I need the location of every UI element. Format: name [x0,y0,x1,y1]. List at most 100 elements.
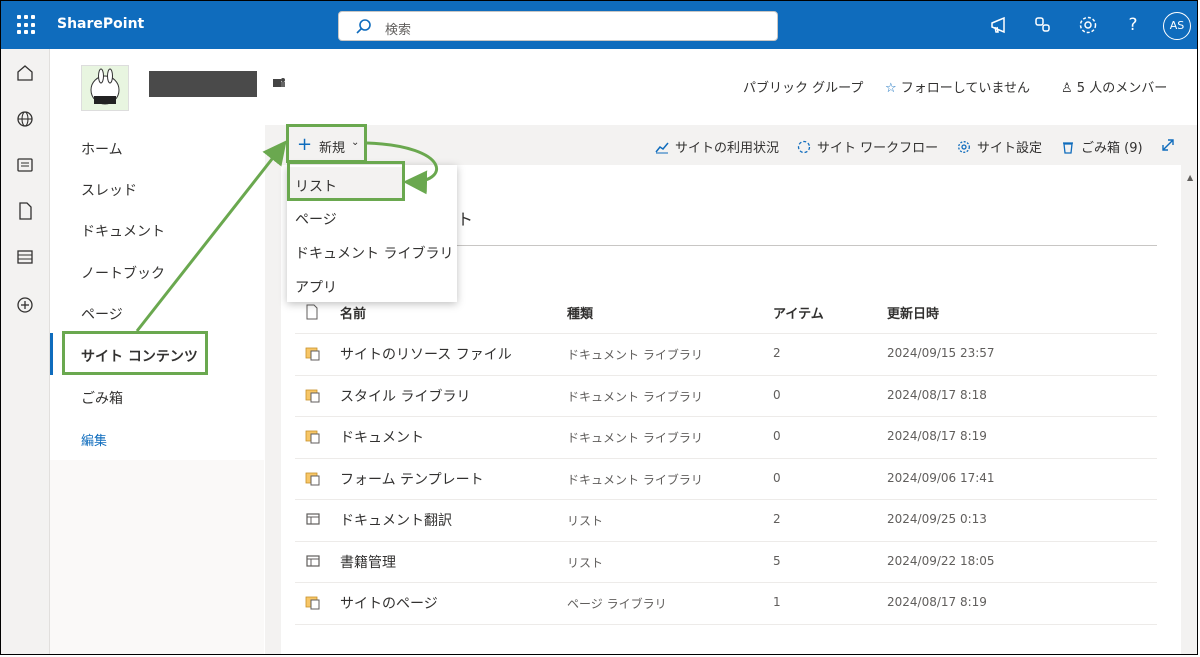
row-name[interactable]: サイトのリソース ファイル [340,344,512,364]
library-icon [305,596,320,610]
column-header-items[interactable]: アイテム [773,303,824,322]
scroll-up-arrow[interactable]: ▲ [1187,173,1193,182]
gear-icon[interactable] [1076,13,1100,37]
row-name[interactable]: サイトのページ [340,593,438,613]
list-icon[interactable] [15,247,35,267]
avatar[interactable]: AS [1163,12,1191,40]
nav-item-recycle-bin[interactable]: ごみ箱 [81,388,123,408]
help-icon[interactable]: ? [1121,13,1145,37]
row-type: ドキュメント ライブラリ [567,348,703,362]
site-workflow-button[interactable]: サイト ワークフロー [797,137,938,156]
list-icon [306,513,320,525]
row-name[interactable]: ドキュメント翻訳 [340,510,452,530]
column-header-name[interactable]: 名前 [340,303,366,322]
row-modified: 2024/09/15 23:57 [887,346,995,360]
recycle-bin-button[interactable]: ごみ箱 (9) [1061,137,1143,156]
menu-item-page[interactable]: ページ [295,209,337,229]
nav-item-notebook[interactable]: ノートブック [81,263,165,283]
chart-icon [655,142,669,154]
row-modified: 2024/08/17 8:18 [887,388,987,402]
file-icon[interactable] [15,201,35,221]
recycle-bin-label: ごみ箱 (9) [1081,141,1143,156]
follow-label: フォローしていません [900,81,1031,96]
nav-item-documents[interactable]: ドキュメント [81,221,165,241]
members-button[interactable]: ♙ 5 人のメンバー [1061,77,1167,96]
gear-icon [958,141,970,153]
home-icon[interactable] [15,63,35,83]
list-icon [306,555,320,567]
row-type: ドキュメント ライブラリ [567,390,703,404]
suite-bar: SharePoint 検索 ? AS [1,1,1197,49]
nav-edit-link[interactable]: 編集 [81,430,107,449]
library-icon [305,389,320,403]
page-heading-partial: ト [457,210,474,229]
row-items: 0 [773,388,781,402]
teams-icon[interactable] [271,75,287,91]
star-icon: ☆ [885,81,897,96]
annotation-box-list [287,161,405,201]
brand-name[interactable]: SharePoint [57,16,144,32]
row-modified: 2024/09/06 17:41 [887,471,995,485]
search-icon [356,19,371,34]
row-type: ページ ライブラリ [567,597,667,611]
row-name[interactable]: ドキュメント [340,427,424,447]
row-divider [295,333,1157,334]
expand-icon[interactable] [1161,138,1175,152]
site-name-redacted [149,71,257,97]
site-settings-label: サイト設定 [977,141,1043,156]
nav-item-home[interactable]: ホーム [81,139,123,159]
site-usage-button[interactable]: サイトの利用状況 [655,137,779,156]
nav-item-pages[interactable]: ページ [81,304,123,324]
row-divider [295,375,1157,376]
search-box[interactable]: 検索 [338,11,778,41]
trash-icon [1063,142,1073,154]
row-modified: 2024/09/25 0:13 [887,512,987,526]
column-header-type[interactable]: 種類 [567,303,593,322]
megaphone-icon[interactable] [987,13,1011,37]
nav-active-indicator [50,333,53,375]
left-nav [50,125,264,460]
site-usage-label: サイトの利用状況 [675,141,780,156]
site-settings-button[interactable]: サイト設定 [957,137,1042,156]
group-type: パブリック グループ [743,81,864,96]
row-items: 0 [773,429,781,443]
search-placeholder: 検索 [385,23,412,38]
column-header-modified[interactable]: 更新日時 [887,303,939,322]
follow-button[interactable]: ☆ フォローしていません [885,77,1030,96]
row-divider [295,624,1157,625]
row-type: ドキュメント ライブラリ [567,431,703,445]
site-logo[interactable] [81,65,129,111]
annotation-box-new [286,124,367,163]
add-icon[interactable] [15,295,35,315]
share-icon[interactable] [1031,13,1055,37]
library-icon [305,472,320,486]
menu-item-document-library[interactable]: ドキュメント ライブラリ [295,243,453,263]
person-icon: ♙ [1061,81,1073,96]
nav-item-threads[interactable]: スレッド [81,180,137,200]
workflow-icon [797,140,811,154]
row-type: リスト [567,514,604,528]
app-rail [1,49,50,654]
members-label: 5 人のメンバー [1076,81,1168,96]
row-items: 5 [773,554,781,568]
row-divider [295,499,1157,500]
row-divider [295,582,1157,583]
row-items: 1 [773,595,781,609]
menu-item-app[interactable]: アプリ [295,277,337,297]
browser-frame: SharePoint 検索 ? AS パブリック グループ ☆ フォローしていま… [0,0,1198,655]
row-type: ドキュメント ライブラリ [567,473,703,487]
row-modified: 2024/08/17 8:19 [887,429,987,443]
row-divider [295,416,1157,417]
row-name[interactable]: 書籍管理 [340,552,396,572]
row-modified: 2024/09/22 18:05 [887,554,995,568]
row-items: 0 [773,471,781,485]
row-divider [295,458,1157,459]
row-name[interactable]: スタイル ライブラリ [340,386,470,406]
globe-icon[interactable] [15,109,35,129]
row-divider [295,541,1157,542]
app-launcher-icon[interactable] [17,15,37,35]
row-name[interactable]: フォーム テンプレート [340,469,484,489]
news-icon[interactable] [15,155,35,175]
row-type: リスト [567,556,604,570]
library-icon [305,430,320,444]
